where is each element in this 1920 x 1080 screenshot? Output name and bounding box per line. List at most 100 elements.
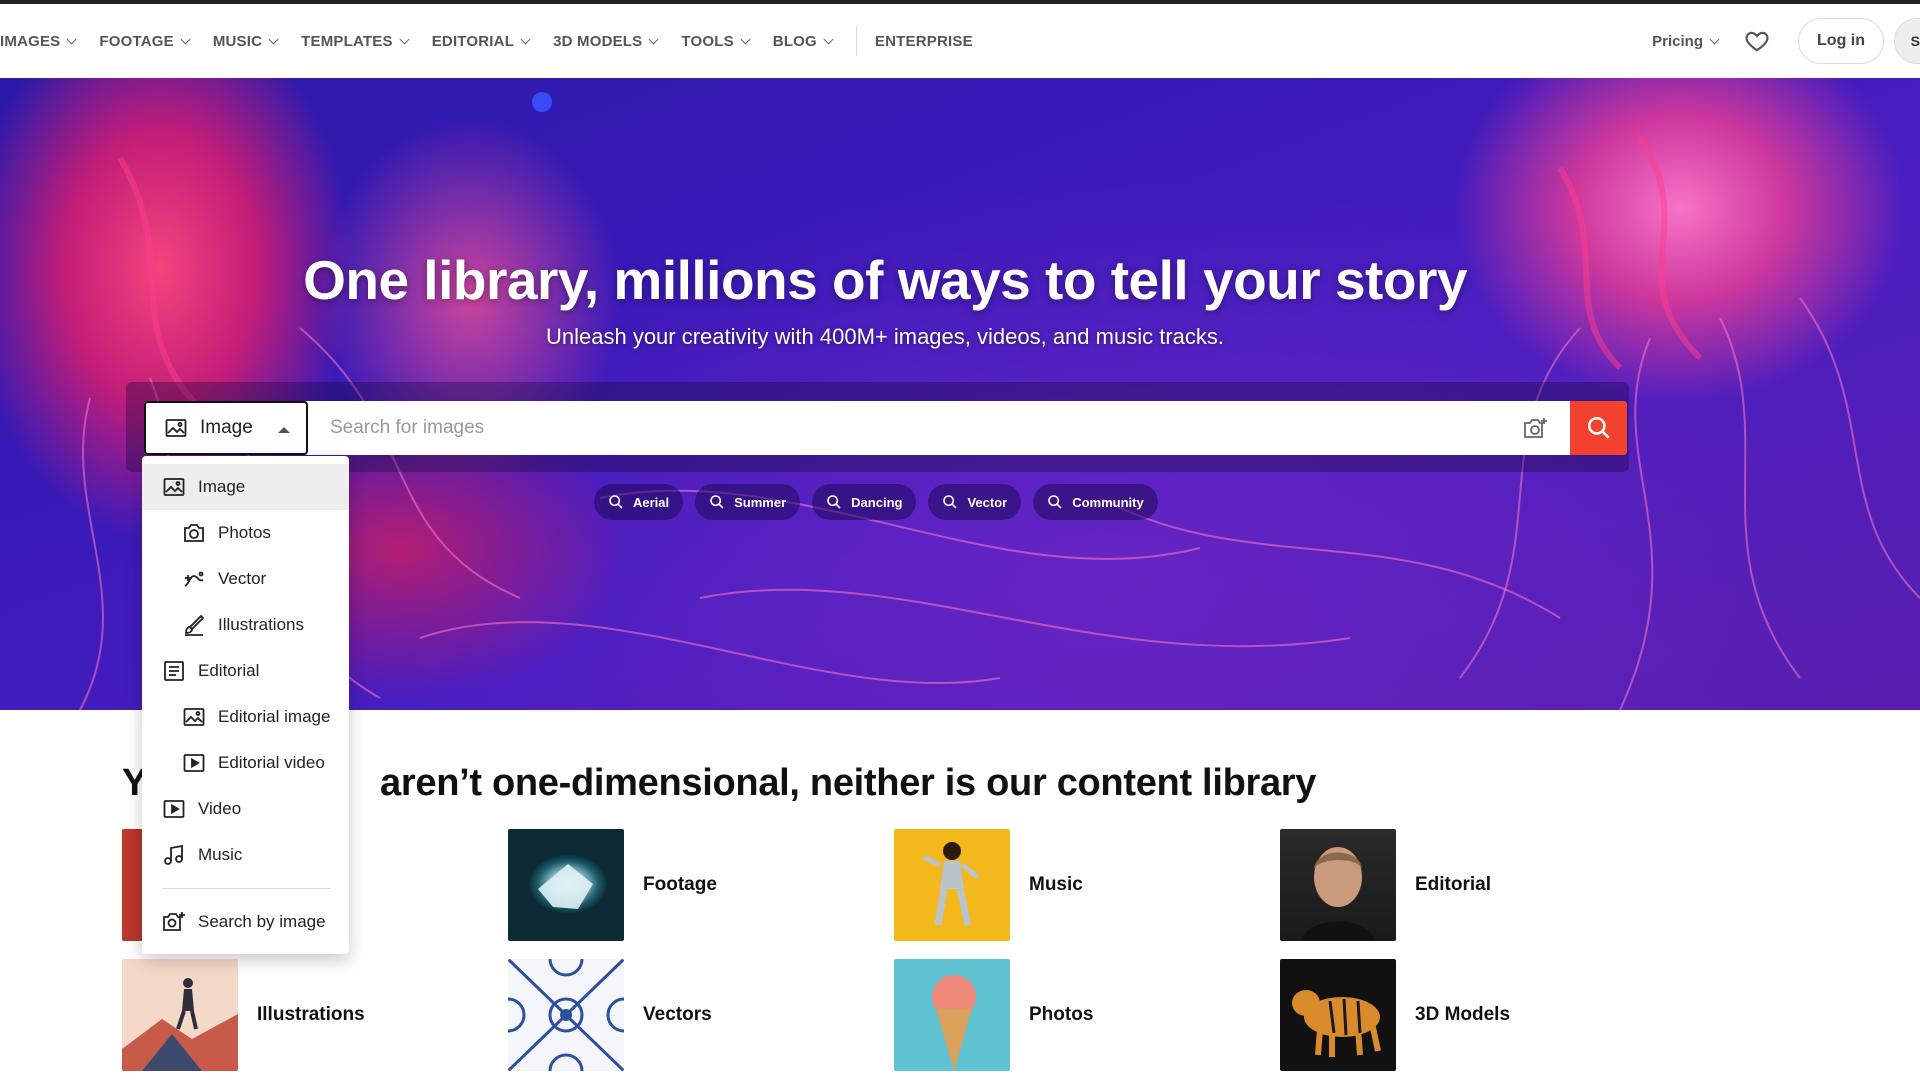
chip-label: Summer (734, 494, 787, 510)
chip-label: Aerial (633, 494, 670, 510)
dropdown-item-label: Image (198, 477, 246, 496)
category-card-editorial[interactable]: Editorial (1280, 829, 1491, 941)
chip-label: Vector (967, 494, 1008, 510)
login-label: Log in (1817, 32, 1865, 49)
search-input[interactable] (310, 401, 1520, 455)
chip-summer[interactable]: Summer (695, 484, 801, 520)
search-icon (943, 495, 958, 509)
category-card-footage[interactable]: Footage (508, 829, 717, 941)
category-card-photos[interactable]: Photos (894, 959, 1093, 1071)
signup-label: S (1910, 33, 1920, 49)
dropdown-item-video[interactable]: Video (142, 786, 349, 832)
search-type-dropdown: Image Photos Vector Illustrations Editor… (142, 456, 349, 954)
dropdown-item-label: Editorial (198, 661, 260, 680)
nav-enterprise[interactable]: ENTERPRISE (875, 33, 973, 50)
dropdown-item-label: Photos (218, 523, 271, 542)
chevron-down-icon (399, 34, 410, 44)
nav-3d-models-label: 3D MODELS (553, 32, 643, 50)
nav-editorial[interactable]: EDITORIAL (431, 32, 531, 50)
chip-label: Community (1072, 494, 1144, 510)
search-type-select[interactable]: Image (144, 401, 308, 455)
nav-blog-label: BLOG (772, 32, 817, 50)
brush-icon (185, 614, 205, 636)
heart-icon[interactable] (1744, 28, 1770, 54)
category-label: Illustrations (257, 1004, 365, 1025)
nav-blog[interactable]: BLOG (772, 32, 834, 50)
video-icon (163, 800, 185, 818)
nav-templates[interactable]: TEMPLATES (301, 33, 410, 50)
nav-footage[interactable]: FOOTAGE (99, 33, 191, 50)
search-type-label: Image (200, 417, 253, 438)
category-label: Editorial (1415, 874, 1492, 895)
pricing-menu[interactable]: Pricing (1652, 32, 1720, 50)
dropdown-item-image[interactable]: Image (142, 464, 349, 510)
chevron-down-icon (180, 34, 191, 44)
category-label: 3D Models (1415, 1004, 1511, 1025)
category-label: Photos (1029, 1004, 1094, 1025)
search-icon (609, 495, 623, 509)
login-button[interactable]: Log in (1798, 18, 1884, 64)
search-icon (710, 495, 724, 509)
nav-music-label: MUSIC (212, 32, 263, 50)
camera-icon (184, 524, 204, 542)
category-thumb (1280, 959, 1396, 1071)
camera-search-icon[interactable] (1522, 415, 1550, 441)
chevron-down-icon (1709, 34, 1720, 44)
nav-tools[interactable]: TOOLS (681, 33, 751, 50)
video-icon (183, 754, 205, 772)
image-icon (165, 419, 187, 437)
category-label: Vectors (643, 1004, 712, 1025)
section-title-right: aren’t one-dimensional, neither is our c… (380, 762, 1317, 804)
category-label: Music (1029, 874, 1083, 895)
chip-vector[interactable]: Vector (928, 484, 1022, 520)
dropdown-item-editorial-image[interactable]: Editorial image (142, 694, 349, 740)
category-thumb (122, 959, 238, 1071)
category-thumb (1280, 829, 1396, 941)
category-thumb (894, 959, 1010, 1071)
chevron-down-icon (520, 34, 531, 44)
category-card-illustrations[interactable]: Illustrations (122, 959, 365, 1071)
chip-dancing[interactable]: Dancing (812, 484, 917, 520)
chip-aerial[interactable]: Aerial (594, 484, 684, 520)
dropdown-item-label: Illustrations (218, 615, 304, 634)
category-thumb (508, 829, 624, 941)
search-icon (1587, 416, 1610, 439)
dropdown-item-music[interactable]: Music (142, 832, 349, 878)
caret-up-icon (278, 427, 290, 433)
category-card-3d-models[interactable]: 3D Models (1280, 959, 1510, 1071)
dropdown-item-search-by-image[interactable]: Search by image (142, 899, 349, 945)
hero-title: One library, millions of ways to tell yo… (303, 249, 1467, 311)
pricing-label: Pricing (1652, 32, 1704, 50)
editorial-icon (164, 661, 184, 681)
top-nav: IMAGES FOOTAGE MUSIC TEMPLATES EDITORIAL… (0, 4, 1920, 78)
nav-3d-models[interactable]: 3D MODELS (553, 32, 659, 50)
nav-menu: IMAGES FOOTAGE MUSIC TEMPLATES EDITORIAL… (0, 4, 997, 78)
vector-pen-icon (184, 571, 204, 587)
chip-label: Dancing (851, 494, 903, 510)
chevron-down-icon (648, 34, 659, 44)
dropdown-item-editorial-video[interactable]: Editorial video (142, 740, 349, 786)
dropdown-item-label: Editorial image (218, 707, 331, 726)
dropdown-item-editorial[interactable]: Editorial (142, 648, 349, 694)
dropdown-item-vector[interactable]: Vector (142, 556, 349, 602)
category-card-music[interactable]: Music (894, 829, 1083, 941)
dropdown-item-photos[interactable]: Photos (142, 510, 349, 556)
signup-button[interactable]: S (1894, 18, 1920, 64)
chevron-down-icon (66, 34, 77, 44)
dropdown-divider (162, 888, 331, 889)
dropdown-item-label: Video (198, 799, 242, 818)
music-note-icon (164, 844, 183, 865)
hero-subtitle: Unleash your creativity with 400M+ image… (545, 324, 1224, 349)
search-button[interactable] (1570, 401, 1627, 455)
category-card-vectors[interactable]: Vectors (508, 959, 712, 1071)
dropdown-item-label: Music (198, 845, 243, 864)
search-icon (827, 495, 841, 509)
nav-actions: Pricing Log in S (1652, 4, 1920, 78)
nav-editorial-label: EDITORIAL (431, 32, 515, 50)
nav-music[interactable]: MUSIC (212, 32, 279, 50)
nav-images[interactable]: IMAGES (0, 33, 77, 50)
category-label: Footage (643, 874, 717, 895)
search-icon (1048, 495, 1062, 509)
dropdown-item-illustrations[interactable]: Illustrations (142, 602, 349, 648)
chip-community[interactable]: Community (1033, 484, 1158, 520)
